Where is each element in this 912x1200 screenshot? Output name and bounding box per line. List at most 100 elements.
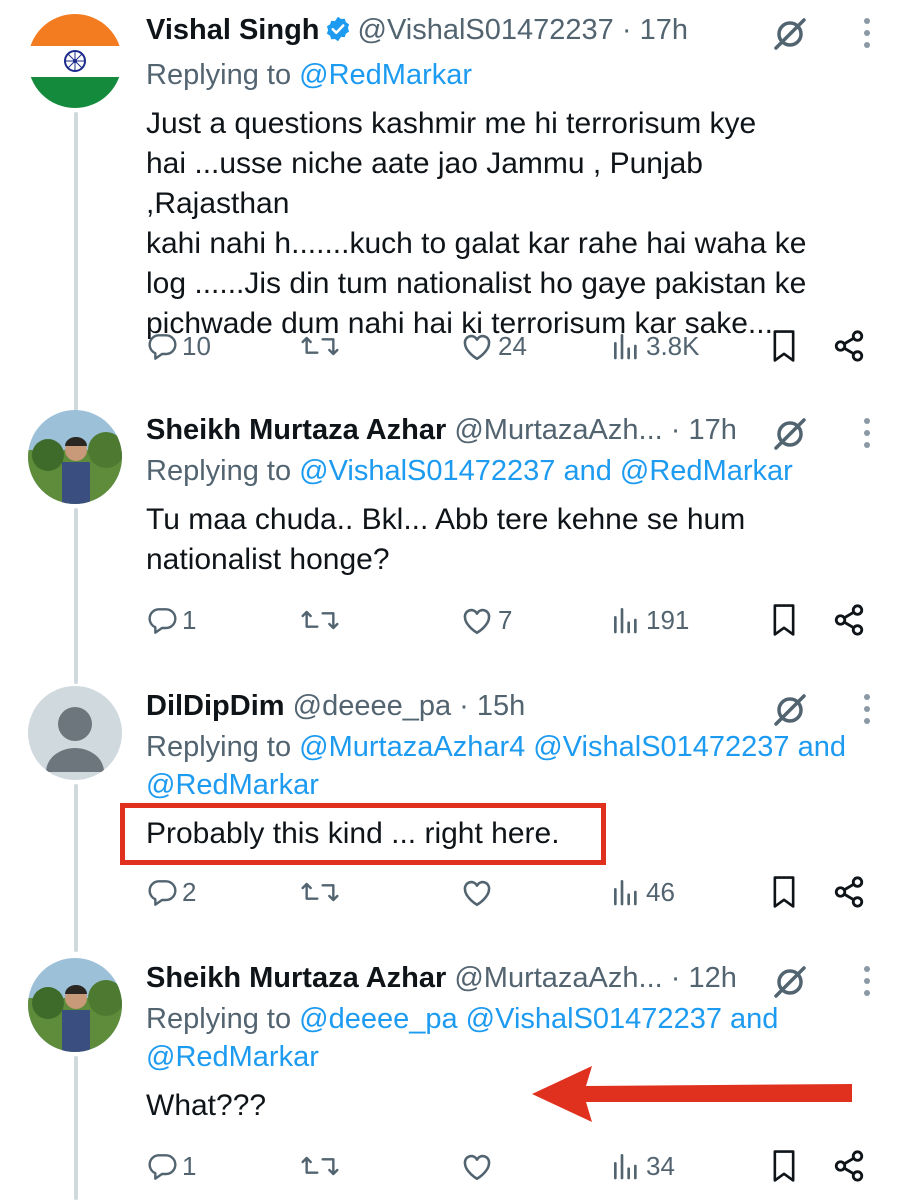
reply-button[interactable]: 2	[146, 872, 196, 912]
reply-icon	[148, 608, 177, 634]
grok-icon[interactable]	[770, 962, 810, 1002]
retweet-icon	[301, 1156, 339, 1176]
share-button[interactable]	[832, 1146, 866, 1186]
separator-dot: ·	[459, 690, 469, 722]
reply-count: 1	[182, 604, 197, 635]
tweet-text-line: Tu maa chuda.. Bkl... Abb tere kehne se …	[146, 503, 746, 536]
mention-link[interactable]: @deeee_pa @VishalS01472237 and	[299, 1003, 778, 1035]
avatar[interactable]	[28, 958, 122, 1052]
display-name[interactable]: Vishal Singh	[146, 14, 320, 46]
analytics-icon	[614, 334, 637, 360]
tweet[interactable]: Vishal Singh @VishalS01472237 · 17h Reply…	[0, 0, 912, 390]
tweet-text-line: hai ...usse niche aate jao Jammu , Punja…	[146, 147, 703, 220]
india-flag-icon	[28, 14, 122, 108]
bookmark-button[interactable]	[768, 326, 800, 366]
avatar[interactable]	[28, 686, 122, 780]
bookmark-icon	[773, 604, 795, 636]
annotation-highlight-box	[120, 803, 606, 865]
avatar[interactable]	[28, 14, 122, 108]
grok-icon[interactable]	[770, 414, 810, 454]
replying-label: Replying to	[146, 59, 300, 91]
views-button[interactable]: 34	[610, 1146, 675, 1186]
like-button[interactable]: 7	[460, 600, 512, 640]
like-button[interactable]	[460, 1146, 498, 1186]
reply-count: 10	[182, 330, 211, 361]
mention-link[interactable]: @VishalS01472237 and @RedMarkar	[299, 455, 793, 487]
replying-to: Replying to @VishalS01472237 and @RedMar…	[146, 452, 872, 490]
grok-icon[interactable]	[770, 690, 810, 730]
retweet-icon	[301, 882, 339, 902]
bookmark-icon	[773, 876, 795, 908]
action-bar: 10 24 3.8K	[0, 326, 912, 366]
bookmark-button[interactable]	[768, 872, 800, 912]
default-avatar-icon	[28, 686, 122, 780]
handle[interactable]: @MurtazaAzh...	[454, 414, 662, 446]
handle[interactable]: @VishalS01472237	[358, 14, 614, 46]
mention-link[interactable]: @RedMarkar	[146, 1041, 319, 1073]
action-bar: 1 7 191	[0, 600, 912, 640]
tweet-header: DilDipDim @deeee_pa · 15h	[146, 686, 782, 726]
share-icon	[834, 876, 864, 908]
handle[interactable]: @deeee_pa	[293, 690, 451, 722]
timestamp[interactable]: 17h	[688, 414, 736, 446]
retweet-icon	[301, 336, 339, 356]
views-count: 46	[646, 876, 675, 907]
separator-dot: ·	[621, 14, 632, 46]
mention-link[interactable]: @RedMarkar	[299, 59, 472, 91]
display-name[interactable]: Sheikh Murtaza Azhar	[146, 962, 446, 994]
share-icon	[834, 1150, 864, 1182]
reply-button[interactable]: 1	[146, 1146, 196, 1186]
analytics-icon	[614, 608, 637, 634]
more-options-icon[interactable]	[862, 18, 872, 52]
reply-icon	[148, 880, 177, 906]
replying-label: Replying to	[146, 1003, 300, 1035]
retweet-button[interactable]	[300, 326, 340, 366]
bookmark-button[interactable]	[768, 600, 800, 640]
replying-to: Replying to @MurtazaAzhar4 @VishalS01472…	[146, 728, 872, 804]
retweet-button[interactable]	[300, 1146, 340, 1186]
more-options-icon[interactable]	[862, 966, 872, 1000]
profile-photo-icon	[28, 410, 122, 504]
analytics-icon	[614, 880, 637, 906]
tweet-text-line: log ......Jis din tum nationalist ho gay…	[146, 267, 807, 300]
retweet-button[interactable]	[300, 872, 340, 912]
display-name[interactable]: Sheikh Murtaza Azhar	[146, 414, 446, 446]
mention-link[interactable]: @RedMarkar	[146, 769, 319, 801]
like-button[interactable]: 24	[460, 326, 527, 366]
share-button[interactable]	[832, 600, 866, 640]
reply-count: 2	[182, 876, 197, 907]
verified-badge-icon	[324, 14, 352, 54]
share-icon	[834, 604, 864, 636]
share-button[interactable]	[832, 326, 866, 366]
tweet-text-line: nationalist honge?	[146, 543, 390, 576]
like-button[interactable]	[460, 872, 498, 912]
timestamp[interactable]: 15h	[477, 690, 525, 722]
reply-button[interactable]: 1	[146, 600, 196, 640]
timestamp[interactable]: 17h	[640, 14, 688, 46]
timestamp[interactable]: 12h	[688, 962, 736, 994]
tweet-text-line: Just a questions kashmir me hi terrorisu…	[146, 107, 757, 140]
views-button[interactable]: 3.8K	[610, 326, 700, 366]
reply-button[interactable]: 10	[146, 326, 211, 366]
bookmark-button[interactable]	[768, 1146, 800, 1186]
share-button[interactable]	[832, 872, 866, 912]
views-button[interactable]: 46	[610, 872, 675, 912]
views-count: 191	[646, 604, 690, 635]
tweet-text: Just a questions kashmir me hi terrorisu…	[146, 104, 852, 344]
more-options-icon[interactable]	[862, 694, 872, 728]
retweet-button[interactable]	[300, 600, 340, 640]
views-button[interactable]: 191	[610, 600, 689, 640]
mention-link[interactable]: @MurtazaAzhar4 @VishalS01472237 and	[299, 731, 846, 763]
grok-icon[interactable]	[770, 14, 810, 54]
display-name[interactable]: DilDipDim	[146, 690, 285, 722]
handle[interactable]: @MurtazaAzh...	[454, 962, 662, 994]
action-bar: 1 34	[0, 1146, 912, 1186]
tweet-header: Sheikh Murtaza Azhar @MurtazaAzh... · 17…	[146, 410, 782, 450]
bookmark-icon	[773, 1150, 795, 1182]
tweet[interactable]: Sheikh Murtaza Azhar @MurtazaAzh... · 17…	[0, 400, 912, 670]
avatar[interactable]	[28, 410, 122, 504]
profile-photo-icon	[28, 958, 122, 1052]
replying-to: Replying to @RedMarkar	[146, 56, 872, 94]
more-options-icon[interactable]	[862, 418, 872, 452]
separator-dot: ·	[670, 962, 681, 994]
